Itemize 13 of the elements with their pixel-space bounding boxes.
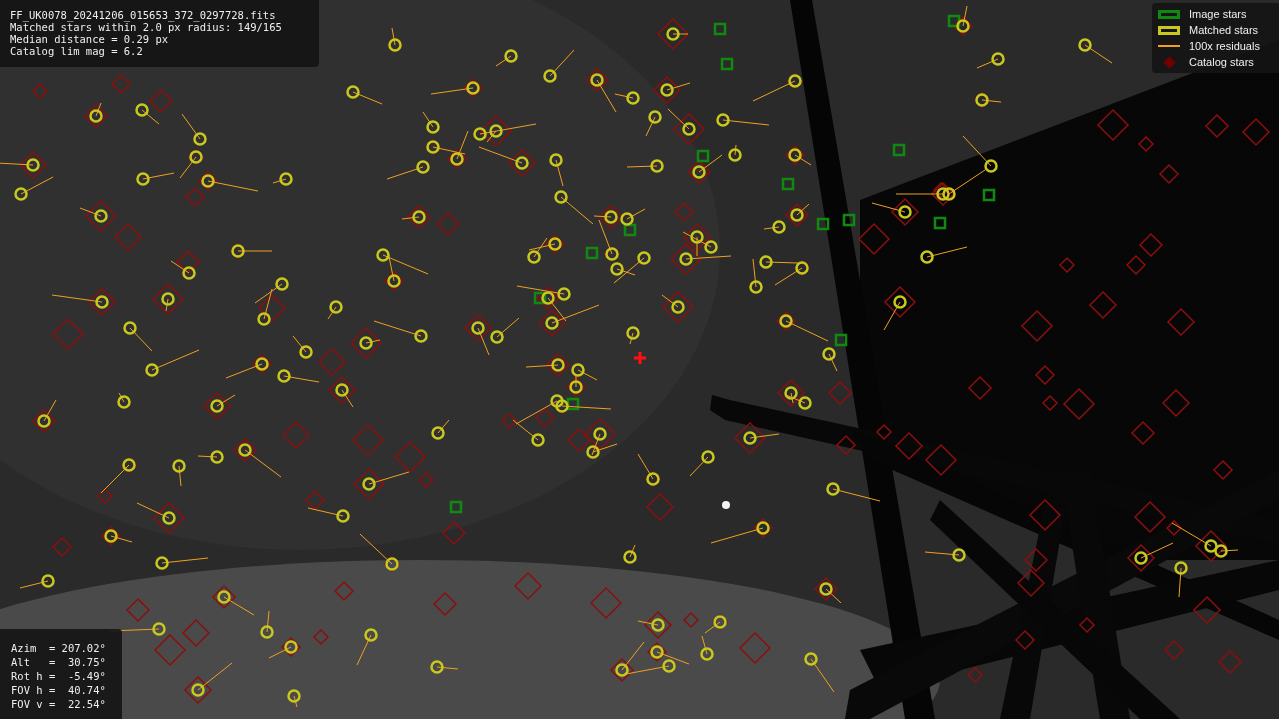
pointing-text: FOV v = 22.54° bbox=[11, 697, 107, 711]
legend-label: Image stars bbox=[1189, 6, 1247, 22]
info-text: Matched stars within 2.0 px radius: 149/165 bbox=[10, 21, 283, 33]
legend-label: 100x residuals bbox=[1189, 38, 1260, 54]
pointing-text: Azim = 207.02° bbox=[11, 641, 107, 655]
pointing-text: FOV h = 40.74° bbox=[11, 683, 107, 697]
info-text: FF_UK0078_20241206_015653_372_0297728.fits bbox=[10, 9, 277, 21]
legend-label: Catalog stars bbox=[1189, 54, 1254, 70]
info-text: Median distance = 0.29 px bbox=[10, 33, 170, 45]
pointing-text: Alt = 30.75° bbox=[11, 655, 107, 669]
legend-label: Matched stars bbox=[1189, 22, 1259, 38]
pointing-text: Rot h = -5.49° bbox=[11, 669, 107, 683]
info-text: Catalog lim mag = 6.2 bbox=[10, 45, 144, 57]
